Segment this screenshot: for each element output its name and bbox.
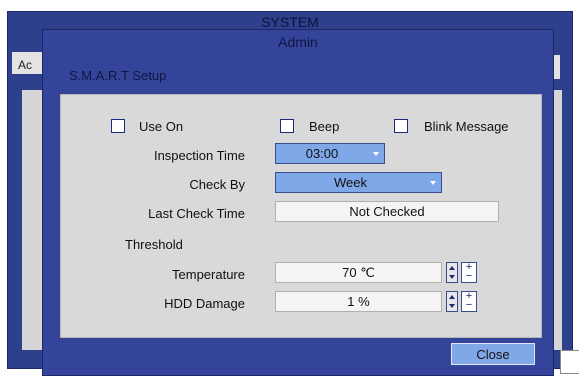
check-by-label: Check By <box>189 177 245 192</box>
hdd-damage-plus-minus-button[interactable]: + − <box>461 291 477 312</box>
last-check-time-field: Not Checked <box>275 201 499 222</box>
chevron-down-icon <box>373 152 379 156</box>
hdd-damage-field[interactable]: 1 % <box>275 291 442 312</box>
smart-setup-panel: Use On Beep Blink Message Inspection Tim… <box>60 94 542 338</box>
last-check-time-label: Last Check Time <box>148 206 245 221</box>
use-on-label: Use On <box>139 119 184 134</box>
minus-icon: − <box>465 270 473 282</box>
beep-checkbox[interactable] <box>280 119 294 133</box>
close-button[interactable]: Close <box>451 343 535 365</box>
minus-icon: − <box>465 299 473 311</box>
temperature-field[interactable]: 70 ℃ <box>275 262 442 283</box>
dialog-subtitle: S.M.A.R.T Setup <box>69 68 167 83</box>
inspection-time-label: Inspection Time <box>153 148 245 163</box>
check-by-value: Week <box>334 175 367 190</box>
threshold-label: Threshold <box>125 237 183 252</box>
arrow-down-icon <box>449 304 455 308</box>
temperature-plus-minus-button[interactable]: + − <box>461 262 477 283</box>
arrow-up-icon <box>449 266 455 270</box>
dialog-title: Admin <box>278 34 318 50</box>
temperature-label: Temperature <box>172 267 245 282</box>
use-on-checkbox[interactable] <box>111 119 125 133</box>
arrow-down-icon <box>449 275 455 279</box>
chevron-down-icon <box>430 181 436 185</box>
check-by-select[interactable]: Week <box>275 172 442 193</box>
beep-label: Beep <box>309 119 340 134</box>
arrow-up-icon <box>449 295 455 299</box>
background-button[interactable] <box>560 350 579 374</box>
inspection-time-select[interactable]: 03:00 <box>275 143 385 164</box>
hdd-damage-label: HDD Damage <box>164 296 245 311</box>
blink-message-label: Blink Message <box>424 119 509 134</box>
inspection-time-value: 03:00 <box>305 146 339 161</box>
blink-message-checkbox[interactable] <box>394 119 408 133</box>
temperature-spinner[interactable] <box>446 262 458 283</box>
admin-dialog: Admin S.M.A.R.T Setup Use On Beep Blink … <box>42 29 554 376</box>
hdd-damage-spinner[interactable] <box>446 291 458 312</box>
